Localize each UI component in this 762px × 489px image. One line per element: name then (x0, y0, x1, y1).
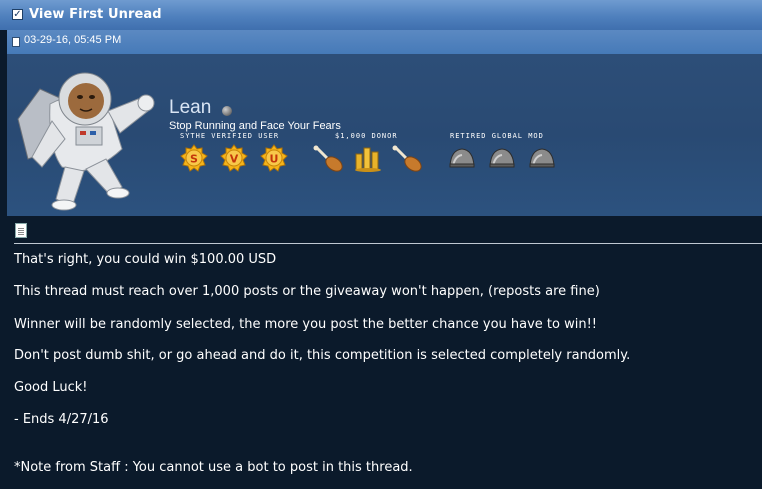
offline-status-icon (222, 106, 232, 116)
verified-v-badge-icon: V (220, 144, 248, 172)
svg-text:S: S (190, 153, 198, 166)
post-date-bar: 03-29-16, 05:45 PM (7, 30, 762, 54)
post-date-icon (12, 37, 20, 47)
post-document-icon (15, 223, 27, 238)
post-line: *Note from Staff : You cannot use a bot … (14, 460, 413, 475)
checkbox-icon[interactable]: ✓ (12, 9, 23, 20)
group-label-donor: $1,000 DONOR (335, 132, 398, 140)
left-border (0, 30, 7, 489)
post-line: This thread must reach over 1,000 posts … (14, 284, 600, 299)
drumstick-badge-icon (313, 145, 343, 172)
post-content: That's right, you could win $100.00 USD … (7, 216, 762, 489)
user-title: Stop Running and Face Your Fears (169, 120, 341, 132)
post-divider (14, 243, 762, 244)
svg-text:V: V (230, 153, 239, 166)
post-line: Good Luck! (14, 380, 88, 395)
post-line: That's right, you could win $100.00 USD (14, 252, 277, 267)
grey-helmet-badge-icon (449, 148, 475, 168)
avatar[interactable] (10, 59, 165, 211)
view-first-unread-bar[interactable]: ✓ View First Unread (0, 0, 762, 31)
post-line: Winner will be randomly selected, the mo… (14, 317, 598, 332)
gold-coins-badge-icon (355, 147, 381, 172)
view-first-unread-link[interactable]: View First Unread (29, 7, 162, 22)
post-date: 03-29-16, 05:45 PM (24, 34, 122, 46)
post-line: Don't post dumb shit, or go ahead and do… (14, 348, 631, 363)
drumstick-badge-icon-2 (392, 145, 422, 172)
verified-u-badge-icon: U (260, 144, 288, 172)
post-author-panel: Lean Stop Running and Face Your Fears SY… (7, 54, 762, 216)
verified-s-badge-icon: S (180, 144, 208, 172)
grey-helmet-badge-icon-2 (489, 148, 515, 168)
post-line: - Ends 4/27/16 (14, 412, 109, 427)
group-label-verified: SYTHE VERIFIED USER (180, 132, 280, 140)
grey-helmet-badge-icon-3 (529, 148, 555, 168)
svg-text:U: U (270, 153, 279, 166)
group-label-mod: RETIRED GLOBAL MOD (450, 132, 544, 140)
username[interactable]: Lean (169, 97, 211, 119)
